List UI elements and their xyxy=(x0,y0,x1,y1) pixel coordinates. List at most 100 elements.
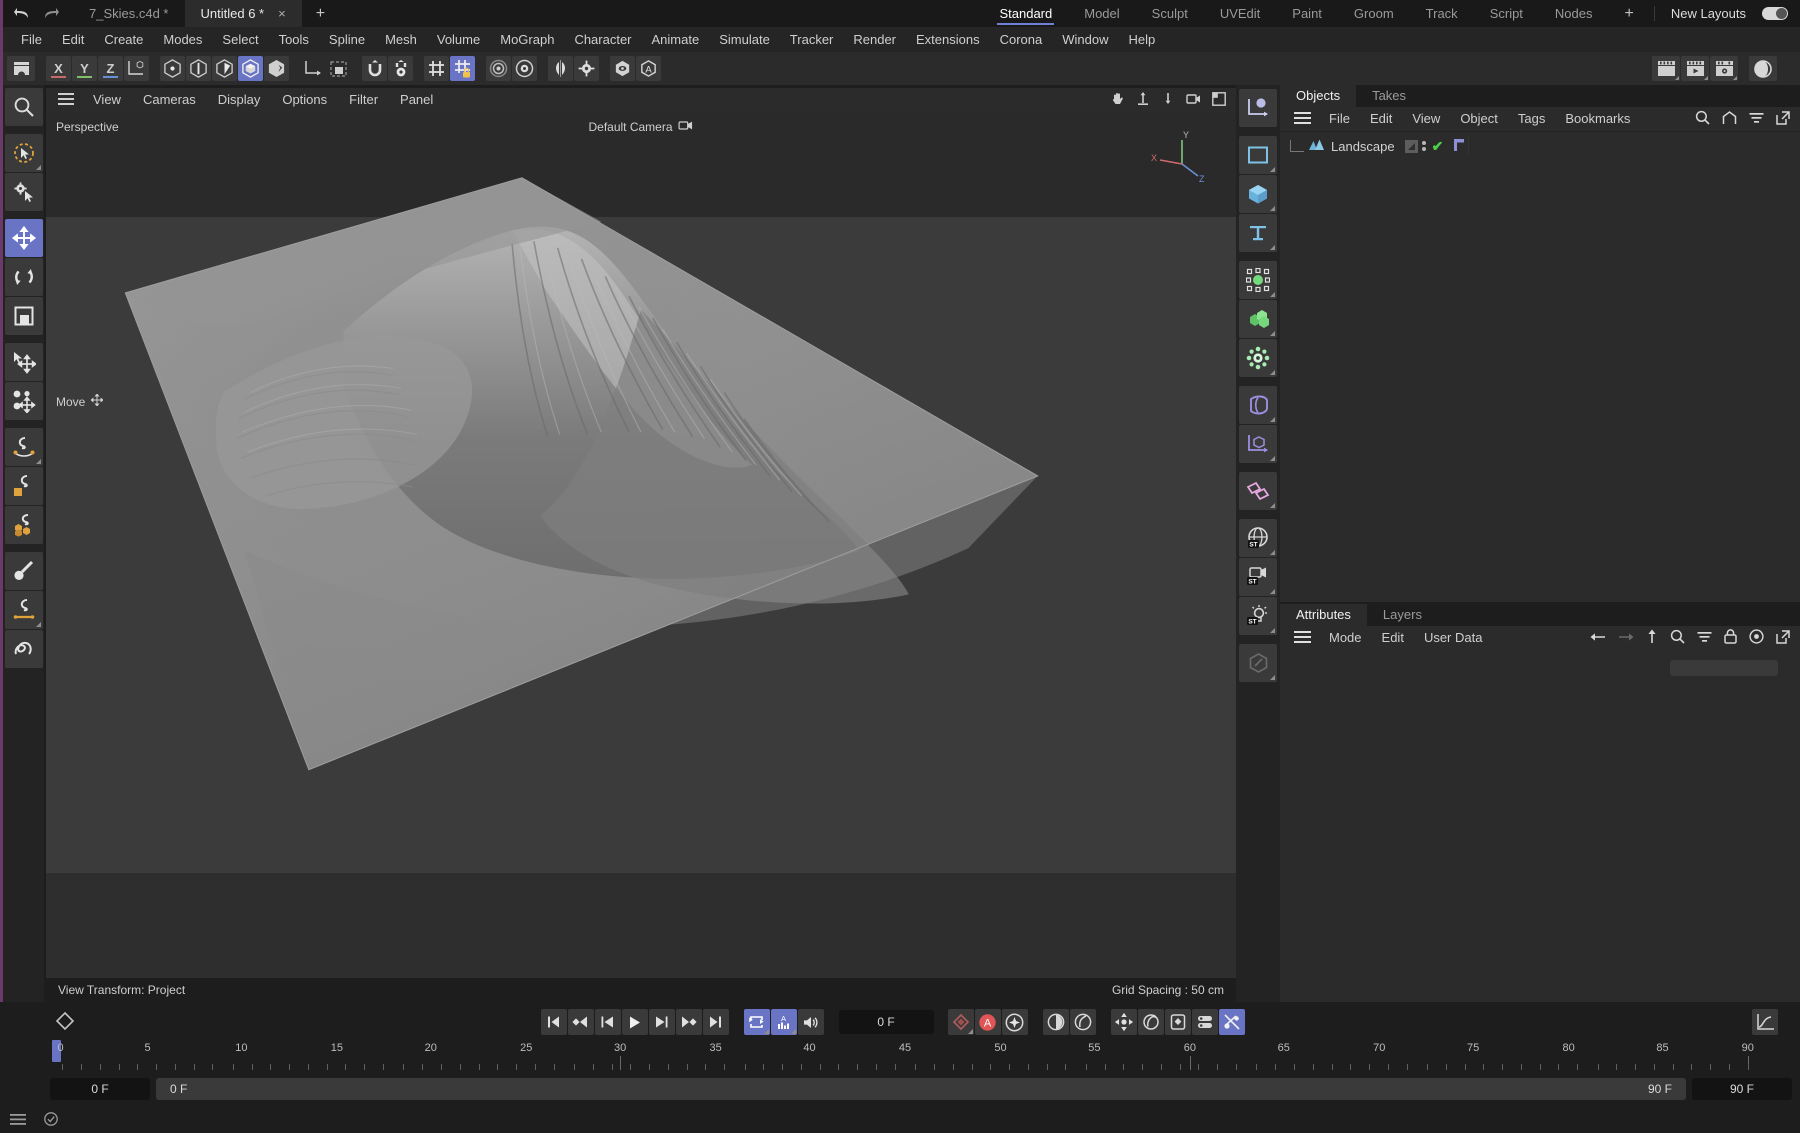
add-layout-button[interactable]: + xyxy=(1609,0,1650,27)
redo-icon[interactable] xyxy=(43,7,59,21)
next-key-button[interactable] xyxy=(675,1009,702,1035)
polygon-pen-tool[interactable] xyxy=(4,467,43,505)
layout-tab-paint[interactable]: Paint xyxy=(1276,0,1338,27)
loop-button[interactable] xyxy=(743,1009,770,1035)
undo-icon[interactable] xyxy=(13,7,29,21)
tool-settings-tool[interactable] xyxy=(4,173,43,211)
menu-modes[interactable]: Modes xyxy=(153,27,212,52)
current-frame-field[interactable]: 0 F xyxy=(838,1010,934,1034)
menu-window[interactable]: Window xyxy=(1052,27,1118,52)
camera-orbit-icon[interactable] xyxy=(1186,92,1201,109)
texture-mode-icon[interactable] xyxy=(264,56,289,81)
up-arrow-icon[interactable] xyxy=(1646,629,1658,647)
menu-select[interactable]: Select xyxy=(212,27,268,52)
menu-file[interactable]: File xyxy=(11,27,52,52)
timeline-ruler[interactable]: 0 5 10 15 20 25 30 35 40 45 50 55 60 65 … xyxy=(52,1040,1758,1076)
environment-sky-icon[interactable]: ST xyxy=(1239,519,1277,557)
back-arrow-icon[interactable] xyxy=(1590,631,1606,646)
viewport-menu-display[interactable]: Display xyxy=(207,88,272,112)
model-mode-icon[interactable] xyxy=(238,56,263,81)
keyframe-settings-button[interactable] xyxy=(1001,1009,1028,1035)
cube-primitive-icon[interactable] xyxy=(1239,175,1277,213)
objects-menu-object[interactable]: Object xyxy=(1450,107,1508,131)
target-icon[interactable] xyxy=(1749,629,1764,647)
array-generator-icon[interactable] xyxy=(1239,300,1277,338)
object-row-landscape[interactable]: Landscape ✔ xyxy=(1280,136,1800,156)
key-rotation-button[interactable] xyxy=(1069,1009,1096,1035)
record-keyframe-button[interactable] xyxy=(947,1009,974,1035)
material-node-icon[interactable] xyxy=(1239,644,1277,682)
attributes-search-icon[interactable] xyxy=(1670,629,1685,647)
sound-button[interactable] xyxy=(797,1009,824,1035)
axis-z-lock[interactable]: Z xyxy=(98,56,123,81)
world-object-axis-icon[interactable] xyxy=(124,56,149,81)
previous-key-button[interactable] xyxy=(567,1009,594,1035)
timeline-preview-end-field[interactable]: 90 F xyxy=(1692,1078,1792,1100)
paint-brush-tool[interactable] xyxy=(4,552,43,590)
keyframe-diamond-icon[interactable] xyxy=(55,1011,75,1031)
snap-settings-icon[interactable] xyxy=(388,56,413,81)
tab-takes[interactable]: Takes xyxy=(1356,85,1422,107)
key-selection-only-button[interactable] xyxy=(1218,1009,1245,1035)
viewport-menu-cameras[interactable]: Cameras xyxy=(132,88,207,112)
attributes-body[interactable] xyxy=(1280,650,1800,1002)
layout-tab-nodes[interactable]: Nodes xyxy=(1539,0,1609,27)
play-button[interactable] xyxy=(621,1009,648,1035)
text-primitive-icon[interactable] xyxy=(1239,214,1277,252)
symmetry-settings-icon[interactable] xyxy=(574,56,599,81)
render-region-icon[interactable] xyxy=(486,56,511,81)
objects-menu-file[interactable]: File xyxy=(1319,107,1360,131)
object-axis-icon[interactable] xyxy=(300,56,325,81)
objects-hamburger-icon[interactable] xyxy=(1286,111,1319,127)
close-icon[interactable]: × xyxy=(278,6,286,21)
nurbs-generator-icon[interactable] xyxy=(1239,261,1277,299)
layout-lock-toggle[interactable] xyxy=(1762,7,1788,20)
menu-create[interactable]: Create xyxy=(94,27,153,52)
filter-icon[interactable] xyxy=(1749,112,1764,127)
layout-tab-standard[interactable]: Standard xyxy=(983,0,1068,27)
layout-tab-sculpt[interactable]: Sculpt xyxy=(1136,0,1204,27)
symmetry-icon[interactable] xyxy=(548,56,573,81)
menu-tools[interactable]: Tools xyxy=(269,27,319,52)
forward-arrow-icon[interactable] xyxy=(1618,631,1634,646)
viewport-menu-options[interactable]: Options xyxy=(271,88,338,112)
objects-menu-bookmarks[interactable]: Bookmarks xyxy=(1555,107,1640,131)
menu-animate[interactable]: Animate xyxy=(642,27,710,52)
spline-primitive-icon[interactable] xyxy=(1239,136,1277,174)
tab-attributes[interactable]: Attributes xyxy=(1280,604,1367,626)
menu-edit[interactable]: Edit xyxy=(52,27,94,52)
timeline-range-field[interactable]: 0 F 90 F xyxy=(156,1078,1686,1100)
viewport-menu-panel[interactable]: Panel xyxy=(389,88,444,112)
attributes-menu-userdata[interactable]: User Data xyxy=(1414,626,1493,650)
render-settings-clapper-icon[interactable] xyxy=(1710,56,1738,81)
move-tool[interactable] xyxy=(4,219,43,257)
attributes-menu-mode[interactable]: Mode xyxy=(1319,626,1372,650)
workplane-lock-icon[interactable] xyxy=(450,56,475,81)
sound-levels-button[interactable]: A xyxy=(770,1009,797,1035)
document-tab-1[interactable]: Untitled 6 * × xyxy=(184,0,302,27)
zoom-in-icon[interactable] xyxy=(1136,91,1150,109)
tab-objects[interactable]: Objects xyxy=(1280,85,1357,107)
go-to-start-button[interactable] xyxy=(540,1009,567,1035)
next-frame-button[interactable] xyxy=(648,1009,675,1035)
landscape-object[interactable] xyxy=(46,112,1236,978)
tab-layers[interactable]: Layers xyxy=(1367,604,1438,626)
deformer-bend-icon[interactable] xyxy=(1239,386,1277,424)
layout-tab-script[interactable]: Script xyxy=(1474,0,1539,27)
viewport-menu-view[interactable]: View xyxy=(82,88,132,112)
edge-mode-icon[interactable] xyxy=(186,56,211,81)
key-position-button[interactable] xyxy=(1042,1009,1069,1035)
scene-axis-icon[interactable] xyxy=(1239,425,1277,463)
paint-pen-tool[interactable] xyxy=(4,591,43,629)
render-queue-icon[interactable] xyxy=(1681,56,1709,81)
render-settings-icon[interactable] xyxy=(512,56,537,81)
go-to-end-button[interactable] xyxy=(702,1009,729,1035)
lock-icon[interactable] xyxy=(1724,629,1737,647)
menu-extensions[interactable]: Extensions xyxy=(906,27,990,52)
camera-stage-icon[interactable]: ST xyxy=(1239,558,1277,596)
duplicate-move-tool[interactable] xyxy=(4,382,43,420)
freehand-tool[interactable] xyxy=(4,630,43,668)
menu-spline[interactable]: Spline xyxy=(319,27,375,52)
undo-history-icon[interactable] xyxy=(7,56,35,81)
timeline-current-field[interactable]: 0 F xyxy=(50,1078,150,1100)
